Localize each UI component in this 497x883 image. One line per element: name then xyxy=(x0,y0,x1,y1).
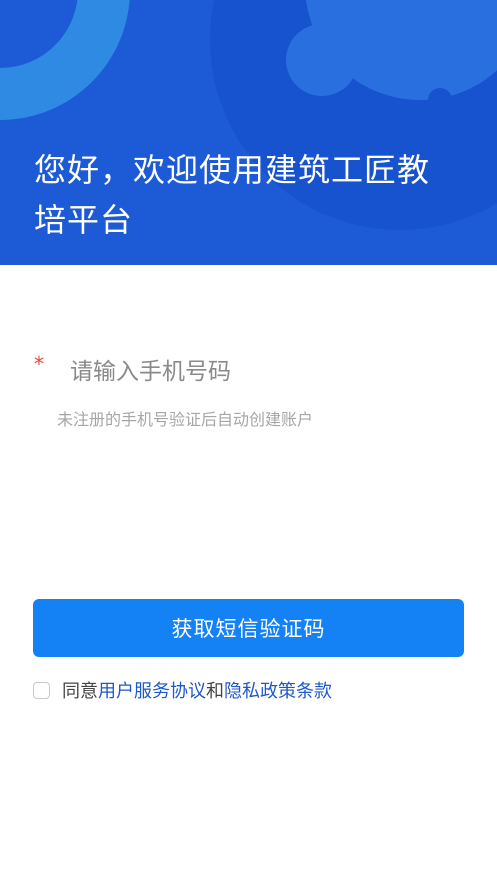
header-dot xyxy=(428,88,452,112)
get-sms-code-button[interactable]: 获取短信验证码 xyxy=(33,599,464,657)
required-mark: * xyxy=(34,352,44,376)
agree-checkbox[interactable] xyxy=(33,681,50,699)
privacy-policy-link[interactable]: 隐私政策条款 xyxy=(224,677,332,703)
phone-input[interactable] xyxy=(70,359,450,385)
phone-field-row: * xyxy=(34,350,464,394)
user-agreement-link[interactable]: 用户服务协议 xyxy=(98,677,206,703)
agree-prefix: 同意 xyxy=(62,681,98,702)
header-bubble xyxy=(286,24,358,96)
welcome-header: 您好，欢迎使用建筑工匠教培平台 xyxy=(0,0,497,265)
agreement-row: 同意 用户服务协议 和 隐私政策条款 xyxy=(33,678,332,702)
register-hint: 未注册的手机号验证后自动创建账户 xyxy=(57,410,314,429)
welcome-title: 您好，欢迎使用建筑工匠教培平台 xyxy=(34,151,431,239)
agree-conjunction: 和 xyxy=(206,681,224,702)
